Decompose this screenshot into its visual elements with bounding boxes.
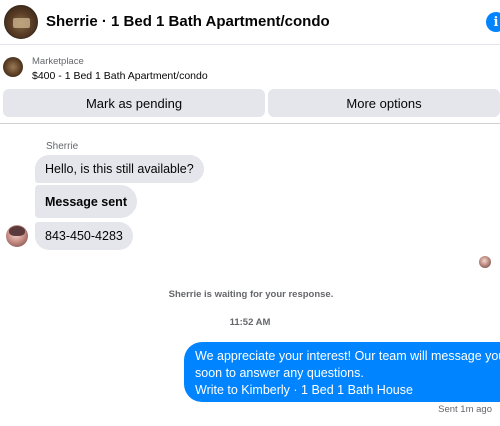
divider [0,123,500,124]
outgoing-message-line: soon to answer any questions. [195,366,364,380]
listing-avatar[interactable] [4,5,38,39]
conversation-header: Sherrie · 1 Bed 1 Bath Apartment/condo i [0,0,500,45]
sender-avatar[interactable] [6,225,28,247]
sent-status: Sent 1m ago [438,404,492,415]
more-options-button[interactable]: More options [268,89,500,117]
listing-source-label: Marketplace [32,56,84,67]
conversation-title[interactable]: Sherrie · 1 Bed 1 Bath Apartment/condo [46,13,330,30]
listing-detail: $400 - 1 Bed 1 Bath Apartment/condo [32,70,208,82]
outgoing-message[interactable]: We appreciate your interest! Our team wi… [184,342,500,402]
message-timestamp: 11:52 AM [229,317,271,328]
waiting-notice: Sherrie is waiting for your response. [168,289,334,300]
outgoing-message-line: We appreciate your interest! Our team wi… [195,349,500,363]
incoming-message[interactable]: Message sent [35,185,137,218]
sender-name: Sherrie [46,141,79,152]
info-icon[interactable]: i [486,12,500,32]
seen-receipt-avatar [479,256,491,268]
incoming-message[interactable]: Hello, is this still available? [35,155,204,183]
outgoing-message-line: Write to Kimberly · 1 Bed 1 Bath House [195,383,413,397]
marketplace-listing[interactable]: Marketplace $400 - 1 Bed 1 Bath Apartmen… [0,50,500,88]
incoming-message[interactable]: 843-450-4283 [35,222,133,250]
listing-thumbnail [3,57,23,77]
mark-as-pending-button[interactable]: Mark as pending [3,89,265,117]
